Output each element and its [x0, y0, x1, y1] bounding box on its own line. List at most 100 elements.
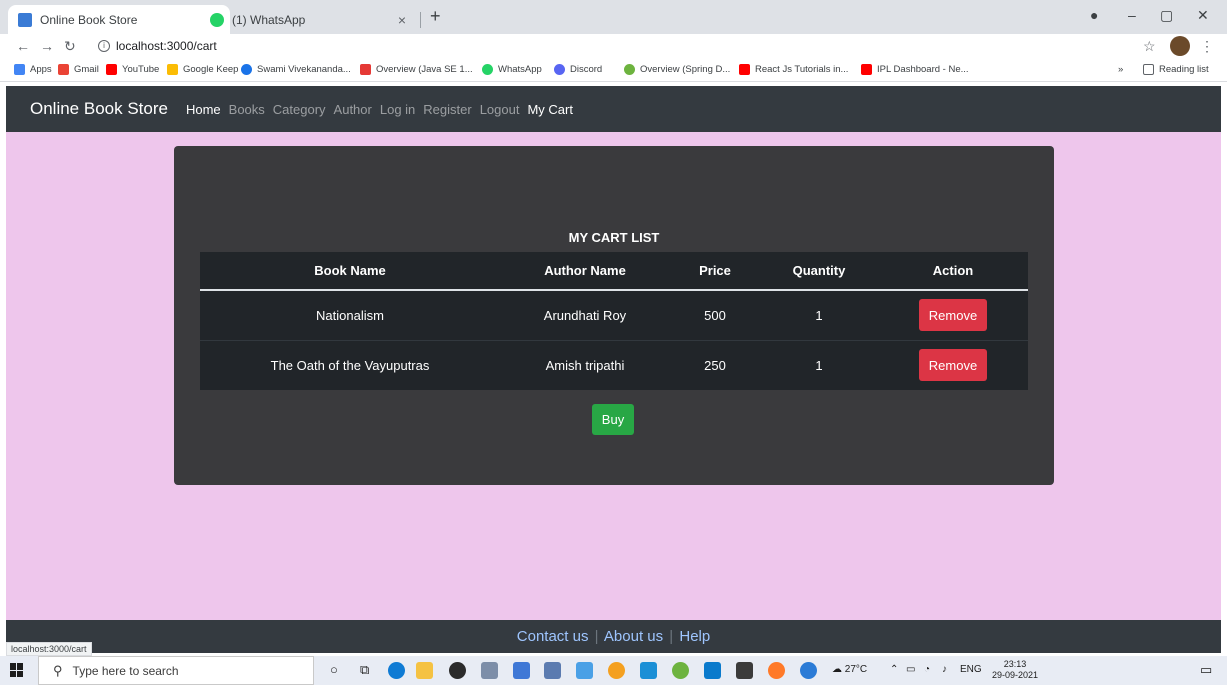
bookmark-react-tutorials[interactable]: React Js Tutorials in...: [739, 64, 848, 75]
clock-date: 29-09-2021: [992, 670, 1039, 680]
weather-widget[interactable]: ☁ 27°C: [832, 664, 867, 675]
forward-arrow-icon[interactable]: →: [40, 38, 54, 54]
menu-dots-icon[interactable]: ⋮: [1200, 38, 1214, 55]
bookmark-ipl-dashboard[interactable]: IPL Dashboard - Ne...: [861, 64, 969, 75]
new-tab-button[interactable]: +: [430, 6, 441, 27]
search-placeholder: Type here to search: [72, 663, 179, 678]
remove-button[interactable]: Remove: [919, 349, 987, 382]
column-header-price: Price: [670, 252, 760, 291]
bookmark-label: Google Keep: [183, 64, 239, 75]
bookmark-label: React Js Tutorials in...: [755, 64, 849, 75]
avatar[interactable]: [1170, 36, 1190, 56]
bookmark-discord[interactable]: Discord: [554, 64, 602, 75]
task-view-icon[interactable]: ⧉: [360, 662, 369, 678]
footer-link-about[interactable]: About us: [604, 628, 663, 645]
column-header-action: Action: [878, 252, 1028, 291]
nav-logout[interactable]: Logout: [480, 102, 520, 117]
close-window-icon[interactable]: ✕: [1197, 7, 1209, 24]
cell-author-name: Arundhati Roy: [543, 307, 627, 323]
bookmark-whatsapp[interactable]: WhatsApp: [482, 64, 542, 75]
language-indicator[interactable]: ENG: [960, 664, 982, 675]
footer-link-contact[interactable]: Contact us: [517, 628, 589, 645]
cell-action: Remove: [878, 339, 1028, 390]
column-header-author-name: Author Name: [500, 252, 670, 291]
reload-icon[interactable]: ↻: [64, 38, 76, 55]
windows-taskbar: ⚲ Type here to search ○ ⧉ ☁ 27°C ⌃ ▭ ◔ ♪…: [0, 656, 1227, 685]
discord-icon: [554, 64, 565, 75]
site-favicon-icon: [241, 64, 252, 75]
nav-books[interactable]: Books: [229, 102, 265, 117]
calculator-icon[interactable]: [544, 662, 561, 679]
app-icon[interactable]: [576, 662, 593, 679]
spring-tool-suite-icon[interactable]: [672, 662, 689, 679]
buy-button[interactable]: Buy: [592, 404, 634, 435]
maximize-icon[interactable]: ▢: [1160, 7, 1173, 24]
bookmark-gmail[interactable]: Gmail: [58, 64, 99, 75]
terminal-icon[interactable]: [736, 662, 753, 679]
nav-login[interactable]: Log in: [380, 102, 415, 117]
youtube-icon: [106, 64, 117, 75]
whatsapp-icon: [482, 64, 493, 75]
clock[interactable]: 23:13 29-09-2021: [992, 659, 1038, 681]
status-bar-url: localhost:3000/cart: [6, 642, 92, 656]
react-favicon-icon: [18, 12, 32, 27]
notifications-icon[interactable]: ▭: [1200, 662, 1212, 678]
bookmarks-overflow[interactable]: »: [1118, 64, 1123, 75]
bookmark-google-keep[interactable]: Google Keep: [167, 64, 238, 75]
page-footer: Contact us | About us | Help: [6, 620, 1221, 653]
tab-online-book-store[interactable]: Online Book Store ×: [8, 5, 230, 34]
postman-icon[interactable]: [768, 662, 785, 679]
app-icon[interactable]: [513, 662, 530, 679]
reading-list[interactable]: Reading list: [1143, 64, 1209, 75]
profile-circle-icon[interactable]: ●: [1090, 7, 1098, 23]
table-row: The Oath of the Vayuputras Amish tripath…: [200, 339, 1028, 390]
bookmark-label: YouTube: [122, 64, 160, 75]
nav-register[interactable]: Register: [423, 102, 471, 117]
tab-title: (1) WhatsApp: [232, 12, 306, 27]
bookmark-apps[interactable]: Apps: [14, 64, 52, 75]
nav-my-cart[interactable]: My Cart: [527, 102, 573, 117]
spring-icon: [624, 64, 635, 75]
remove-button[interactable]: Remove: [919, 299, 987, 332]
github-icon[interactable]: [449, 662, 466, 679]
chrome-icon[interactable]: [608, 662, 625, 679]
info-icon[interactable]: i: [98, 40, 110, 52]
cortana-icon[interactable]: ○: [330, 662, 338, 677]
bookmark-label: Overview (Spring D...: [640, 64, 731, 75]
url-field[interactable]: i localhost:3000/cart: [98, 39, 217, 53]
bookmark-label: WhatsApp: [498, 64, 542, 75]
nav-home[interactable]: Home: [186, 102, 221, 117]
app-icon[interactable]: [640, 662, 657, 679]
app-icon[interactable]: [481, 662, 498, 679]
tray-chevron-icon[interactable]: ⌃: [890, 664, 898, 675]
battery-icon[interactable]: ▭: [906, 664, 915, 675]
minimize-icon[interactable]: –: [1128, 7, 1136, 23]
close-tab-icon[interactable]: ×: [398, 12, 406, 28]
help-icon[interactable]: [800, 662, 817, 679]
network-icon[interactable]: ◔: [924, 664, 930, 675]
bookmark-spring-overview[interactable]: Overview (Spring D...: [624, 64, 730, 75]
taskbar-search-box[interactable]: ⚲ Type here to search: [38, 656, 314, 685]
search-icon: ⚲: [53, 662, 63, 678]
footer-link-help[interactable]: Help: [679, 628, 710, 645]
volume-icon[interactable]: ♪: [942, 664, 947, 675]
vscode-icon[interactable]: [704, 662, 721, 679]
file-explorer-icon[interactable]: [416, 662, 433, 679]
browser-tab-bar: Online Book Store × (1) WhatsApp × + ● –…: [0, 0, 1227, 34]
footer-separator: |: [594, 628, 599, 645]
table-header-row: Book Name Author Name Price Quantity Act…: [200, 252, 1028, 291]
tab-whatsapp[interactable]: (1) WhatsApp ×: [200, 5, 416, 34]
bookmark-java-overview[interactable]: Overview (Java SE 1...: [360, 64, 473, 75]
nav-category[interactable]: Category: [273, 102, 326, 117]
bookmark-label: Swami Vivekananda...: [257, 64, 351, 75]
back-arrow-icon[interactable]: ←: [16, 38, 30, 54]
windows-start-icon[interactable]: [10, 663, 24, 677]
bookmark-star-icon[interactable]: ☆: [1143, 38, 1156, 55]
cell-quantity: 1: [760, 339, 878, 390]
bookmark-youtube[interactable]: YouTube: [106, 64, 159, 75]
edge-icon[interactable]: [388, 662, 405, 679]
bookmark-swami-vivekananda[interactable]: Swami Vivekananda...: [241, 64, 351, 75]
brand-logo[interactable]: Online Book Store: [30, 99, 168, 119]
clock-time: 23:13: [1003, 659, 1027, 669]
nav-author[interactable]: Author: [334, 102, 372, 117]
